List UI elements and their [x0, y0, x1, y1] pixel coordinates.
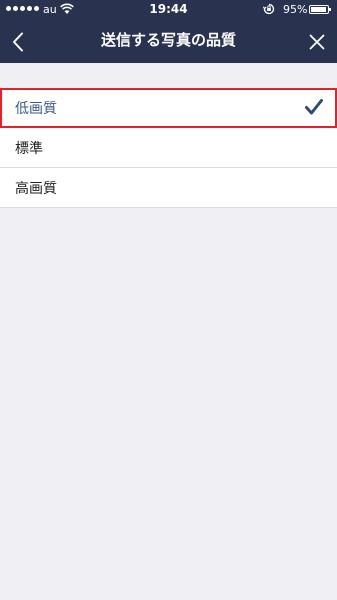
option-low-quality[interactable]: 低画質: [0, 88, 337, 128]
navigation-bar: 送信する写真の品質: [0, 20, 337, 63]
orientation-lock-icon: [263, 3, 275, 15]
close-button[interactable]: [297, 20, 337, 63]
status-bar: au 19:44 95%: [0, 0, 337, 20]
top-bar: au 19:44 95% 送信する写真の品質: [0, 0, 337, 63]
close-icon: [309, 34, 325, 49]
option-label: 低画質: [15, 101, 57, 117]
battery-percent: 95%: [283, 3, 308, 16]
checkmark-icon: [305, 99, 323, 115]
option-label: 高画質: [15, 181, 57, 197]
battery-nub: [329, 8, 331, 11]
back-button[interactable]: [0, 20, 36, 63]
battery-icon: [309, 5, 331, 14]
screen: au 19:44 95% 送信する写真の品質 低画質 標準 高画質: [0, 0, 337, 600]
option-label: 標準: [15, 141, 43, 157]
quality-options-list: 低画質 標準 高画質: [0, 88, 337, 208]
battery-fill: [311, 7, 326, 12]
option-high-quality[interactable]: 高画質: [0, 168, 337, 208]
page-title: 送信する写真の品質: [100, 31, 236, 49]
option-standard[interactable]: 標準: [0, 128, 337, 168]
chevron-left-icon: [13, 32, 23, 51]
